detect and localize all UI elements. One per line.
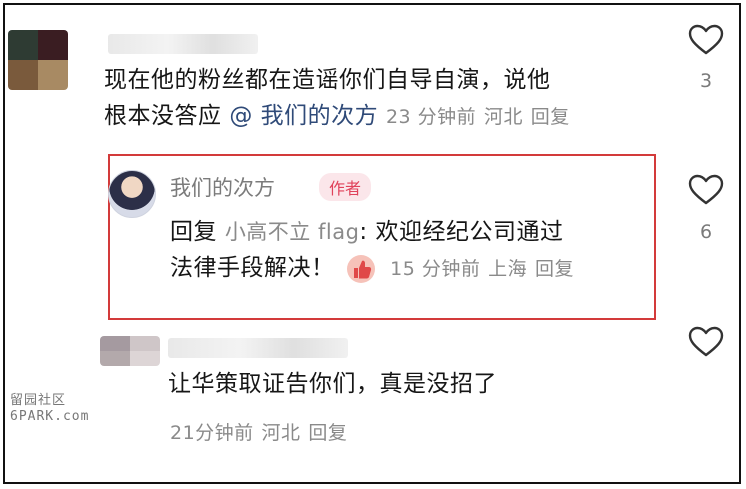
author-badge: 作者 [319, 173, 372, 201]
reply-to-user[interactable]: 小高不立 flag [225, 220, 360, 244]
reply-text-line2: 法律手段解决！ [170, 255, 335, 281]
heart-outline-icon[interactable] [688, 174, 724, 206]
avatar[interactable] [8, 30, 68, 90]
watermark-line2: 6PARK.com [10, 409, 90, 424]
comment-location: 河北 [483, 106, 523, 128]
comment-text: 让华策取证告你们，真是没招了 [168, 371, 497, 397]
reply-prefix: 回复 [170, 219, 217, 245]
comment-time: 23 分钟前 [385, 106, 477, 128]
mention-link[interactable]: @ 我们的次方 [229, 103, 378, 129]
reply-button[interactable]: 回复 [308, 422, 347, 444]
author-name[interactable]: 我们的次方 [170, 172, 275, 202]
reply-text: 回复 小高不立 flag: 欢迎经纪公司通过 法律手段解决！ 15 分钟前 上海… [170, 214, 650, 287]
avatar[interactable] [100, 336, 160, 366]
reply-text-line1: : 欢迎经纪公司通过 [359, 219, 564, 245]
like-count: 3 [699, 70, 713, 92]
like-count: 6 [699, 221, 713, 243]
heart-outline-icon[interactable] [688, 24, 724, 56]
comment-location: 上海 [488, 258, 528, 280]
comment-text-line2: 根本没答应 [104, 103, 222, 129]
comment-time: 21分钟前 [170, 422, 254, 444]
author-avatar[interactable] [108, 170, 156, 218]
comment-meta: 21分钟前 河北 回复 [170, 414, 570, 451]
comment-time: 15 分钟前 [390, 258, 481, 280]
watermark-line1: 留园社区 [10, 393, 67, 408]
thumbs-up-icon [347, 254, 376, 283]
comment-location: 河北 [261, 422, 301, 444]
watermark: 留园社区 6PARK.com [10, 393, 89, 425]
comment-text-line1: 现在他的粉丝都在造谣你们自导自演，说他 [104, 67, 551, 93]
reply-button[interactable]: 回复 [531, 106, 570, 128]
username-blurred[interactable] [108, 34, 258, 54]
username-blurred[interactable] [168, 338, 348, 358]
comment-text: 现在他的粉丝都在造谣你们自导自演，说他 根本没答应 @ 我们的次方 23 分钟前… [104, 62, 664, 135]
heart-outline-icon[interactable] [688, 326, 724, 358]
reply-button[interactable]: 回复 [535, 258, 574, 280]
